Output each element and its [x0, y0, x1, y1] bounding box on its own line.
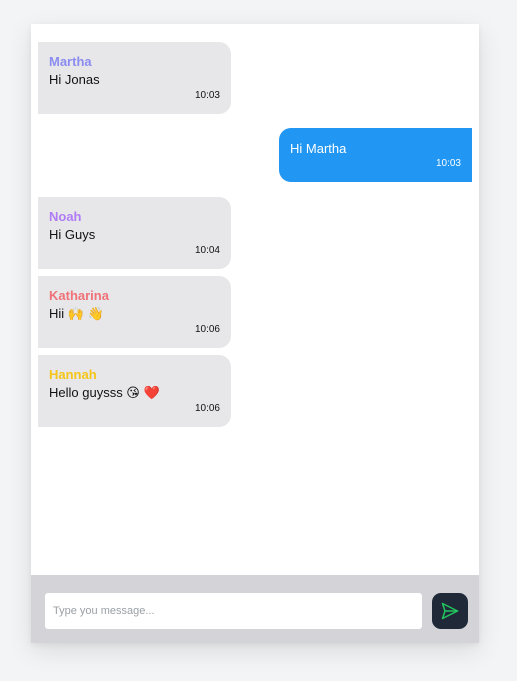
message-time: 10:03	[435, 158, 461, 169]
message-text: Hi Martha	[290, 141, 347, 156]
message-sender: Noah	[49, 209, 82, 224]
message-time: 10:04	[194, 245, 220, 256]
chat-window: Martha Hi Jonas 10:03 Hi Martha 10:03 No…	[31, 24, 479, 643]
message-time: 10:06	[194, 403, 220, 414]
message-sender: Katharina	[49, 288, 109, 303]
message-list: Martha Hi Jonas 10:03 Hi Martha 10:03 No…	[31, 24, 479, 575]
message-time: 10:06	[194, 324, 220, 335]
message-composer	[31, 575, 479, 643]
message-bubble-outgoing: Hi Martha 10:03	[279, 128, 472, 182]
message-text: Hii 🙌 👋	[49, 306, 104, 321]
message-bubble-incoming: Noah Hi Guys 10:04	[38, 197, 231, 269]
message-sender: Hannah	[49, 367, 97, 382]
message-bubble-incoming: Hannah Hello guysss 😘 ❤️ 10:06	[38, 355, 231, 427]
message-input[interactable]	[45, 593, 422, 629]
send-button[interactable]	[432, 593, 468, 629]
message-bubble-incoming: Katharina Hii 🙌 👋 10:06	[38, 276, 231, 348]
send-icon	[440, 601, 460, 621]
message-sender: Martha	[49, 54, 92, 69]
message-time: 10:03	[194, 90, 220, 101]
message-text: Hi Guys	[49, 227, 96, 242]
message-text: Hi Jonas	[49, 72, 100, 87]
message-bubble-incoming: Martha Hi Jonas 10:03	[38, 42, 231, 114]
message-text: Hello guysss 😘 ❤️	[49, 385, 160, 400]
